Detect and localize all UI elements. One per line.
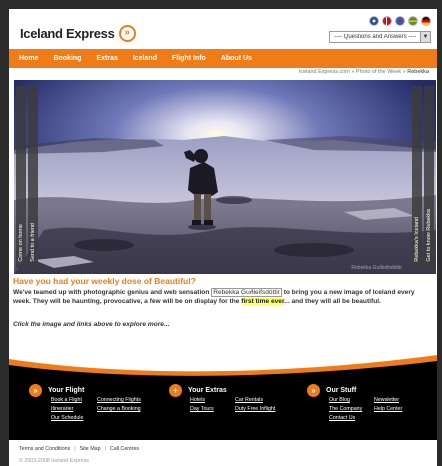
rebekkas-iceland-label: Rebekka's Iceland xyxy=(414,217,420,262)
hero-photo[interactable]: Come on home Send to a friend Rebekka's … xyxy=(14,80,436,274)
rebekkas-iceland-tab[interactable]: Rebekka's Iceland xyxy=(412,86,422,268)
footer-link[interactable]: Book a Flight xyxy=(51,396,83,405)
call-centres-link[interactable]: Call Centres xyxy=(110,446,139,452)
danish-flag-icon[interactable] xyxy=(382,16,392,26)
highlighted-text: first time ever xyxy=(241,297,285,305)
logo[interactable]: Iceland Express » xyxy=(20,22,136,44)
photo-watermark: Rebekka Guðleifsdóttir xyxy=(351,265,402,271)
nav-about-us[interactable]: About Us xyxy=(221,55,252,62)
questions-answers-select[interactable]: ---- Questions and Answers ---- ▼ xyxy=(329,31,431,43)
footer-links: Book a Flight Itinerarier Our Schedule xyxy=(51,396,83,423)
terms-link[interactable]: Terms and Conditions xyxy=(19,446,70,452)
footer-swoosh xyxy=(9,355,437,379)
footer-link[interactable]: Newsletter xyxy=(374,396,402,405)
footer-col-title: Our Stuff xyxy=(326,387,357,394)
intro-paragraph: We've teamed up with photographic genius… xyxy=(13,288,433,307)
uk-flag-icon[interactable] xyxy=(369,16,379,26)
footer-col-title: Your Flight xyxy=(48,387,85,394)
come-on-home-tab[interactable]: Come on home xyxy=(16,86,26,268)
footer-link[interactable]: Duty Free Inflight xyxy=(235,405,275,414)
footer-links: Connecting Flights Change a Booking xyxy=(97,396,141,414)
nav-iceland[interactable]: Iceland xyxy=(133,55,157,62)
footer-link[interactable]: Hotels xyxy=(190,396,214,405)
nav-booking[interactable]: Booking xyxy=(53,55,81,62)
footer-link[interactable]: Change a Booking xyxy=(97,405,141,414)
qa-select-value: ---- Questions and Answers ---- xyxy=(334,34,417,40)
footer-link[interactable]: Itinerarier xyxy=(51,405,83,414)
intro-text-3: ... and they will all be beautiful. xyxy=(284,297,381,305)
plus-circle-icon: + xyxy=(169,384,182,397)
footer-links: Our Blog The Company Contact Us xyxy=(329,396,362,423)
arrow-circle-icon: » xyxy=(29,384,42,397)
hero-photo-image xyxy=(14,80,436,274)
logo-arrow-icon: » xyxy=(118,24,136,42)
nav-home[interactable]: Home xyxy=(19,55,38,62)
swedish-flag-icon[interactable] xyxy=(408,16,418,26)
footer-links: Car Rentals Duty Free Inflight xyxy=(235,396,275,414)
breadcrumb-photo-of-week[interactable]: Photo of the Week xyxy=(356,69,401,75)
footer-link[interactable]: Car Rentals xyxy=(235,396,275,405)
language-flags xyxy=(369,16,431,26)
get-to-know-rebekka-label: Get to know Rebekka xyxy=(426,209,432,262)
german-flag-icon[interactable] xyxy=(421,16,431,26)
footer-links: Newsletter Help Center xyxy=(374,396,402,414)
legal-separator: | xyxy=(74,446,76,452)
footer-links: Hotels Day Tours xyxy=(190,396,214,414)
breadcrumb: Iceland Express.com » Photo of the Week … xyxy=(299,69,429,75)
footer-link[interactable]: Our Blog xyxy=(329,396,362,405)
arrow-circle-icon: » xyxy=(307,384,320,397)
breadcrumb-separator: » xyxy=(351,69,355,75)
uk-flag-icon-2[interactable] xyxy=(395,16,405,26)
explore-prompt: Click the image and links above to explo… xyxy=(13,321,170,328)
nav-extras[interactable]: Extras xyxy=(96,55,117,62)
logo-text: Iceland Express xyxy=(20,25,115,41)
intro-text-1: We've teamed up with photographic genius… xyxy=(13,289,212,296)
legal-links: Terms and Conditions | Site Map | Call C… xyxy=(19,446,139,452)
copyright: © 2003-2008 Iceland Express xyxy=(19,458,89,464)
get-to-know-rebekka-tab[interactable]: Get to know Rebekka xyxy=(424,86,434,268)
legal-separator: | xyxy=(104,446,106,452)
send-to-friend-label: Send to a friend xyxy=(30,223,36,262)
footer-link[interactable]: Help Center xyxy=(374,405,402,414)
footer: » Your Flight Book a Flight Itinerarier … xyxy=(9,378,437,440)
breadcrumb-separator: » xyxy=(402,69,406,75)
nav-flight-info[interactable]: Flight Info xyxy=(172,55,206,62)
page: Iceland Express » ---- Questions and Ans… xyxy=(9,9,437,466)
send-to-friend-tab[interactable]: Send to a friend xyxy=(28,86,38,268)
footer-link[interactable]: Day Tours xyxy=(190,405,214,414)
page-headline: Have you had your weekly dose of Beautif… xyxy=(13,276,196,286)
footer-link[interactable]: Contact Us xyxy=(329,414,362,423)
footer-link[interactable]: Our Schedule xyxy=(51,414,83,423)
come-on-home-label: Come on home xyxy=(18,224,24,262)
chevron-down-icon[interactable]: ▼ xyxy=(420,32,430,42)
footer-link[interactable]: Connecting Flights xyxy=(97,396,141,405)
footer-link[interactable]: The Company xyxy=(329,405,362,414)
breadcrumb-home[interactable]: Iceland Express.com xyxy=(299,69,350,75)
photographer-name: Rebekka Guðleifsdóttir xyxy=(211,288,282,297)
breadcrumb-current: Rebekka xyxy=(407,69,429,75)
footer-col-title: Your Extras xyxy=(188,387,227,394)
main-nav: Home Booking Extras Iceland Flight Info … xyxy=(9,49,437,68)
site-map-link[interactable]: Site Map xyxy=(80,446,101,452)
